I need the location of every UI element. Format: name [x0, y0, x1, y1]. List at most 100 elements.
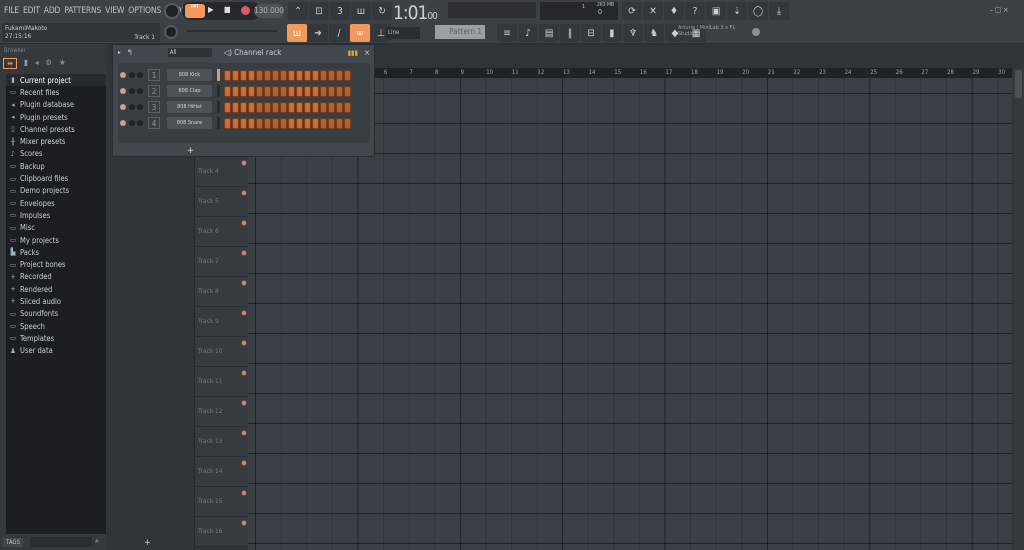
step-button[interactable]	[312, 101, 319, 113]
browser-item-impulses[interactable]: ▭ Impulses	[6, 209, 106, 221]
browser-settings-tab[interactable]: ⚙	[46, 58, 52, 69]
chat-icon[interactable]: ◯	[748, 2, 768, 20]
step-button[interactable]	[240, 101, 247, 113]
step-button[interactable]	[224, 69, 231, 81]
track-mute-dot[interactable]	[241, 430, 247, 436]
graph-icon[interactable]: ▮▮▮	[348, 49, 358, 57]
step-button[interactable]	[296, 85, 303, 97]
minimize-icon[interactable]: –	[990, 6, 993, 14]
tempo-display[interactable]: 130.000	[254, 4, 284, 18]
add-channel-icon[interactable]: +	[187, 146, 194, 156]
bar-number[interactable]: 28	[947, 69, 954, 76]
export-icon[interactable]: ⇣	[727, 2, 747, 20]
track-mute-dot[interactable]	[241, 280, 247, 286]
help-icon[interactable]: ?	[685, 2, 705, 20]
browser-item-project-bones[interactable]: ▭ Project bones	[6, 258, 106, 270]
bar-number[interactable]: 20	[742, 69, 749, 76]
piano-roll-icon[interactable]: ♪	[518, 24, 538, 42]
bar-number[interactable]: 14	[589, 69, 596, 76]
step-button[interactable]	[336, 69, 343, 81]
step-button[interactable]	[304, 69, 311, 81]
bar-number[interactable]: 13	[563, 69, 570, 76]
step-button[interactable]	[232, 101, 239, 113]
step-button[interactable]	[336, 85, 343, 97]
step-button[interactable]	[288, 117, 295, 129]
close-icon[interactable]: ×	[1003, 6, 1008, 14]
channel-name-button[interactable]: 808 HiHat	[167, 101, 212, 113]
mute-led[interactable]	[120, 88, 126, 94]
track-mute-dot[interactable]	[241, 190, 247, 196]
bar-number[interactable]: 15	[614, 69, 621, 76]
step-button[interactable]	[312, 69, 319, 81]
countdown-button[interactable]: 3	[330, 2, 350, 20]
menu-add[interactable]: ADD	[44, 6, 61, 16]
browser-star-tab[interactable]: ★	[59, 58, 65, 69]
track-header[interactable]: Track 10	[195, 337, 248, 367]
rack-undo-icon[interactable]: ↰	[127, 48, 133, 57]
step-edit-button[interactable]: ш	[351, 2, 371, 20]
track-header[interactable]: Track 7	[195, 247, 248, 277]
master-volume-knob[interactable]	[164, 3, 180, 19]
browser-item-scores[interactable]: ♪ Scores	[6, 148, 106, 160]
browser-item-recent-files[interactable]: ▭ Recent files	[6, 86, 106, 98]
pattern-select[interactable]: Pattern 1	[435, 25, 485, 39]
channel-name-button[interactable]: 808 Clap	[167, 85, 212, 97]
step-button[interactable]	[304, 117, 311, 129]
channel-name-button[interactable]: 808 Snare	[167, 117, 212, 129]
step-button[interactable]	[296, 69, 303, 81]
cut-icon[interactable]: ✕	[643, 2, 663, 20]
pitch-slider[interactable]	[187, 30, 277, 32]
stop-button[interactable]: ■	[224, 5, 231, 14]
menu-file[interactable]: FILE	[4, 6, 19, 16]
browser-item-misc[interactable]: ▭ Misc	[6, 222, 106, 234]
plugin-icon[interactable]: ♆	[623, 24, 643, 42]
bar-number[interactable]: 24	[845, 69, 852, 76]
step-button[interactable]	[304, 85, 311, 97]
channel-number[interactable]: 2	[148, 85, 160, 97]
step-button[interactable]	[328, 69, 335, 81]
bar-number[interactable]: 21	[768, 69, 775, 76]
track-mute-dot[interactable]	[241, 370, 247, 376]
track-header[interactable]: Track 12	[195, 397, 248, 427]
channel-filter-select[interactable]: All	[167, 48, 212, 57]
project-icon[interactable]: ▮	[602, 24, 622, 42]
browser-item-clipboard-files[interactable]: ▭ Clipboard files	[6, 172, 106, 184]
track-mute-dot[interactable]	[241, 220, 247, 226]
step-button[interactable]	[272, 85, 279, 97]
channel-name-button[interactable]: 808 Kick	[167, 69, 212, 81]
search-icon[interactable]: ⌕	[95, 537, 99, 546]
step-button[interactable]	[344, 69, 351, 81]
bar-number[interactable]: 6	[384, 69, 387, 76]
step-button[interactable]	[264, 101, 271, 113]
track-mute-dot[interactable]	[241, 400, 247, 406]
step-button[interactable]	[248, 85, 255, 97]
step-button[interactable]	[328, 85, 335, 97]
step-button[interactable]	[232, 69, 239, 81]
browser-item-plugin-database[interactable]: ◂ Plugin database	[6, 99, 106, 111]
bar-number[interactable]: 17	[665, 69, 672, 76]
bar-number[interactable]: 29	[973, 69, 980, 76]
bar-number[interactable]: 25	[870, 69, 877, 76]
browser-item-sliced-audio[interactable]: + Sliced audio	[6, 295, 106, 307]
menu-edit[interactable]: EDIT	[23, 6, 40, 16]
bar-number[interactable]: 8	[435, 69, 438, 76]
bar-number[interactable]: 12	[537, 69, 544, 76]
step-button[interactable]	[240, 69, 247, 81]
download-icon[interactable]: ⤓	[769, 2, 789, 20]
step-button[interactable]	[288, 85, 295, 97]
channel-number[interactable]: 3	[148, 101, 160, 113]
track-header[interactable]: Track 9	[195, 307, 248, 337]
track-header[interactable]: Track 11	[195, 367, 248, 397]
browser-item-templates[interactable]: ▭ Templates	[6, 332, 106, 344]
bar-number[interactable]: 23	[819, 69, 826, 76]
bar-number[interactable]: 11	[512, 69, 519, 76]
bar-number[interactable]: 26	[896, 69, 903, 76]
pan-knob[interactable]	[129, 88, 135, 94]
volume-knob[interactable]	[137, 88, 143, 94]
step-button[interactable]	[232, 85, 239, 97]
step-button[interactable]	[272, 101, 279, 113]
browser-item-demo-projects[interactable]: ▭ Demo projects	[6, 185, 106, 197]
channel-select-bar[interactable]	[217, 117, 220, 129]
track-mute-dot[interactable]	[241, 160, 247, 166]
step-button[interactable]	[312, 85, 319, 97]
